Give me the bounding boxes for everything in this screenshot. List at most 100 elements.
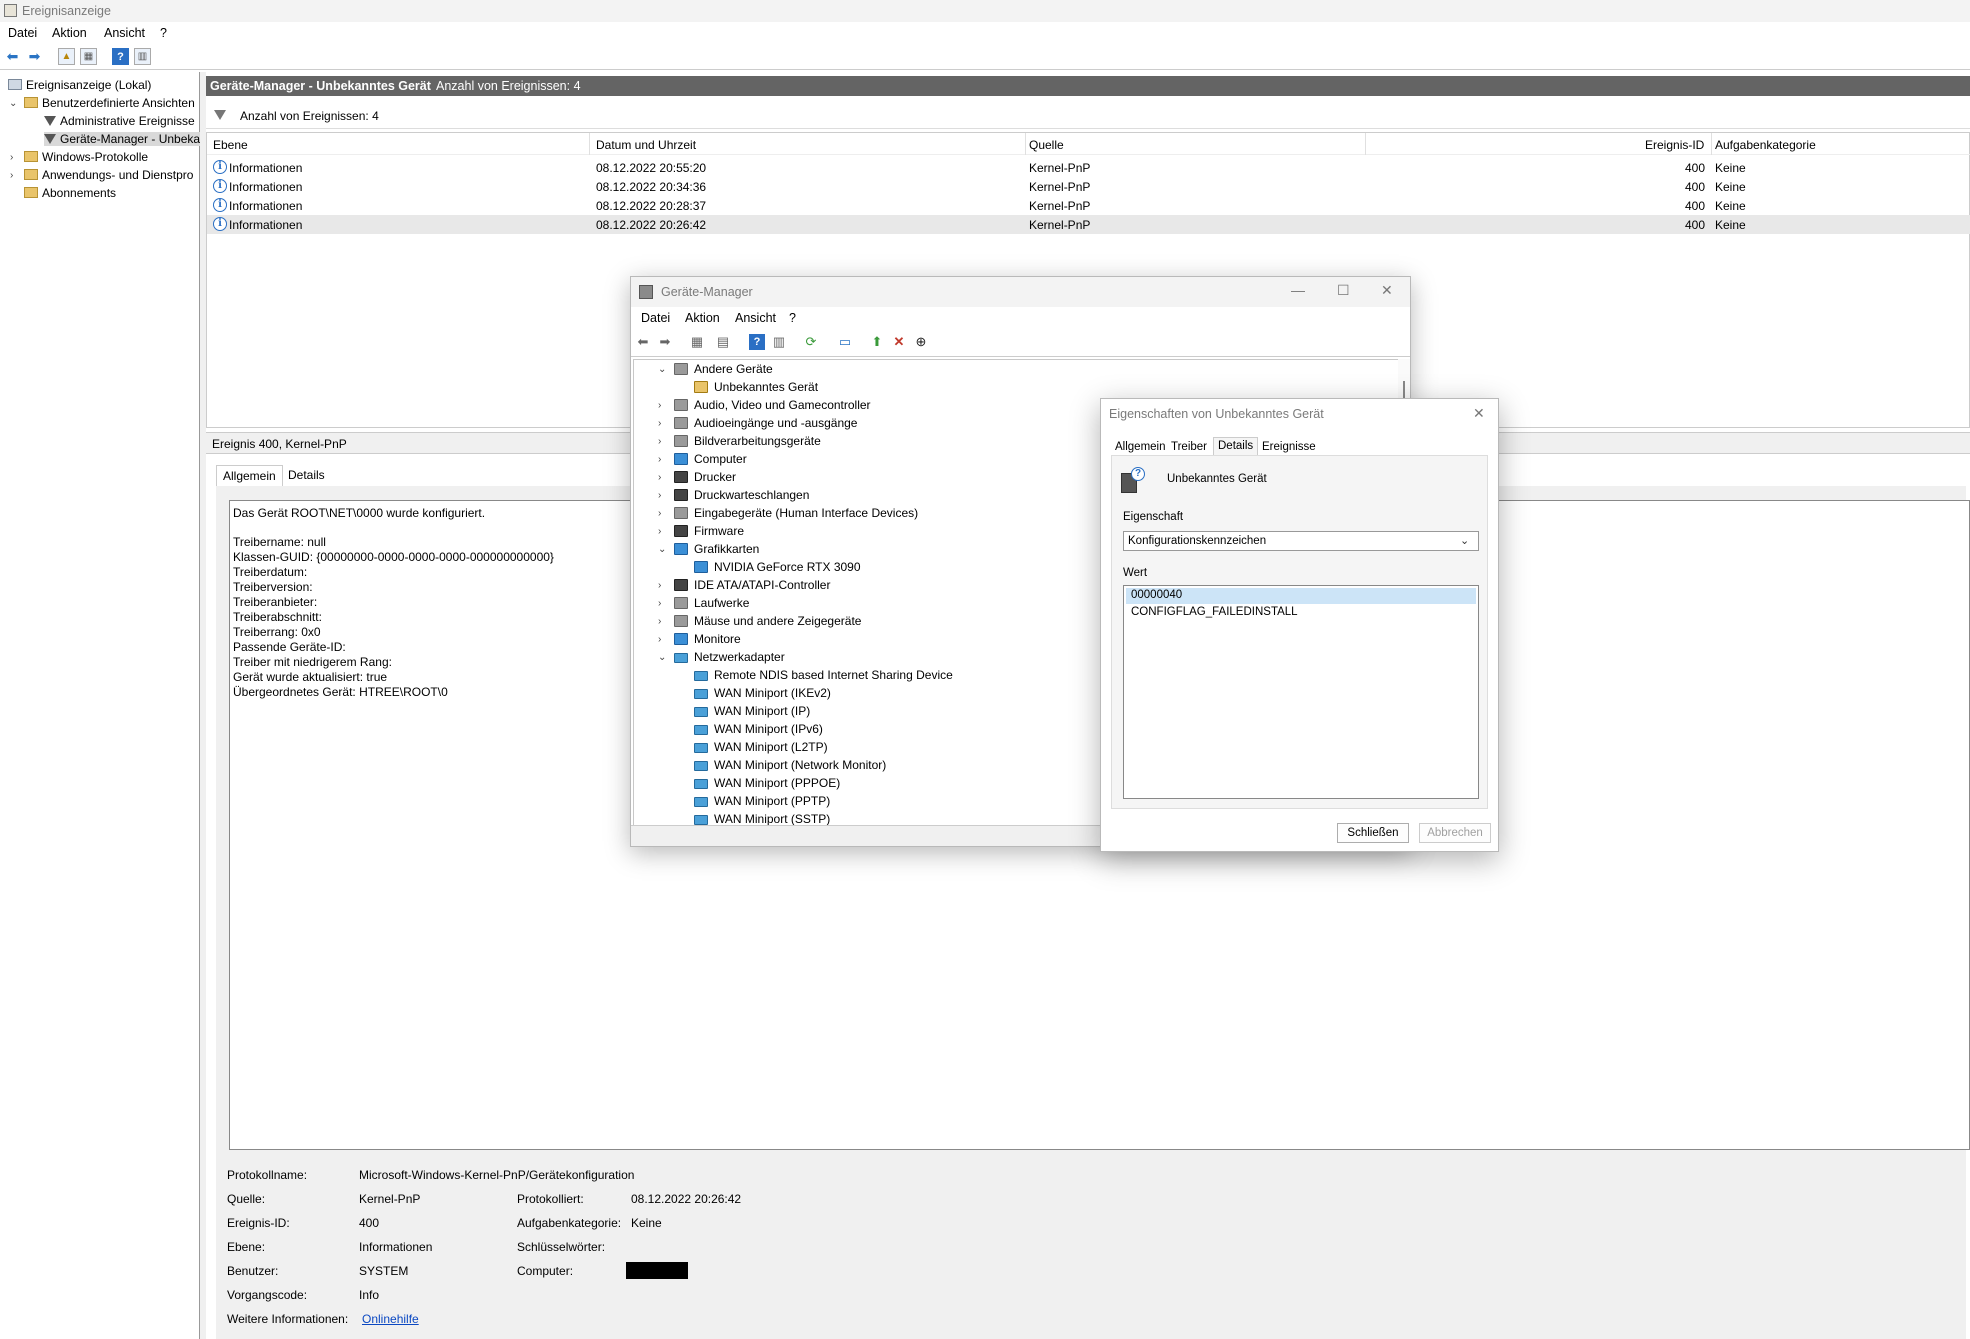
device-tree-node[interactable]: Audioeingänge und -ausgänge <box>674 416 857 430</box>
device-tree-node[interactable]: Firmware <box>674 524 744 538</box>
maximize-icon[interactable]: ☐ <box>1337 282 1350 299</box>
tab-details[interactable]: Details <box>1213 437 1259 457</box>
device-tree-node[interactable]: NVIDIA GeForce RTX 3090 <box>694 560 861 574</box>
table-row[interactable]: i Informationen 08.12.2022 20:28:37 Kern… <box>207 196 1970 215</box>
console-tree-icon[interactable]: ▦ <box>80 48 97 65</box>
dm-menu-ansicht[interactable]: Ansicht <box>735 311 776 325</box>
tree-root[interactable]: Ereignisanzeige (Lokal) <box>8 78 151 92</box>
back-arrow-icon[interactable]: ⬅ <box>4 48 21 65</box>
column-event-id[interactable]: Ereignis-ID <box>1645 138 1704 152</box>
menu-datei[interactable]: Datei <box>8 26 37 40</box>
list-item[interactable]: 00000040 <box>1126 588 1476 604</box>
device-tree-node[interactable]: Laufwerke <box>674 596 749 610</box>
close-icon[interactable]: ✕ <box>1381 282 1393 299</box>
help-icon[interactable]: ? <box>112 48 129 65</box>
chevron-right-icon[interactable]: › <box>10 152 13 163</box>
chevron-right-icon[interactable]: › <box>658 436 661 447</box>
device-tree-node[interactable]: WAN Miniport (SSTP) <box>694 812 830 826</box>
menu-ansicht[interactable]: Ansicht <box>104 26 145 40</box>
cancel-button[interactable]: Abbrechen <box>1419 823 1491 843</box>
tree-windows-logs[interactable]: Windows-Protokolle <box>24 150 200 164</box>
dm-menu-aktion[interactable]: Aktion <box>685 311 720 325</box>
property-select[interactable]: Konfigurationskennzeichen ⌄ <box>1123 531 1479 551</box>
chevron-right-icon[interactable]: › <box>658 454 661 465</box>
action-pane-icon[interactable]: ▥ <box>134 48 151 65</box>
help-icon[interactable]: ? <box>749 334 765 350</box>
chevron-right-icon[interactable]: › <box>658 490 661 501</box>
menu-aktion[interactable]: Aktion <box>52 26 87 40</box>
tree-device-manager-view[interactable]: Geräte-Manager - Unbeka <box>44 132 200 146</box>
device-tree-node[interactable]: WAN Miniport (PPTP) <box>694 794 830 808</box>
device-tree-node[interactable]: Bildverarbeitungsgeräte <box>674 434 821 448</box>
minimize-icon[interactable]: — <box>1291 282 1305 298</box>
chevron-right-icon[interactable]: › <box>658 598 661 609</box>
device-tree-node[interactable]: Drucker <box>674 470 736 484</box>
chevron-right-icon[interactable]: › <box>658 400 661 411</box>
device-tree-node[interactable]: WAN Miniport (IKEv2) <box>694 686 831 700</box>
uninstall-icon[interactable]: ✕ <box>891 334 907 350</box>
forward-arrow-icon[interactable]: ➡ <box>26 48 43 65</box>
tree-subscriptions[interactable]: Abonnements <box>24 186 200 200</box>
tab-ereignisse[interactable]: Ereignisse <box>1262 441 1316 453</box>
column-level[interactable]: Ebene <box>213 138 248 152</box>
chevron-down-icon[interactable]: ⌄ <box>658 364 666 375</box>
chevron-right-icon[interactable]: › <box>658 616 661 627</box>
device-tree-node[interactable]: Remote NDIS based Internet Sharing Devic… <box>694 668 953 682</box>
device-tree-node[interactable]: Audio, Video und Gamecontroller <box>674 398 871 412</box>
tab-treiber[interactable]: Treiber <box>1171 441 1207 453</box>
tab-allgemein[interactable]: Allgemein <box>1115 441 1166 453</box>
column-date[interactable]: Datum und Uhrzeit <box>596 138 696 152</box>
table-row[interactable]: i Informationen 08.12.2022 20:55:20 Kern… <box>207 158 1970 177</box>
column-source[interactable]: Quelle <box>1029 138 1064 152</box>
device-tree-node[interactable]: Computer <box>674 452 747 466</box>
chevron-right-icon[interactable]: › <box>10 170 13 181</box>
chevron-down-icon[interactable]: ⌄ <box>658 652 666 663</box>
list-item[interactable]: CONFIGFLAG_FAILEDINSTALL <box>1126 605 1476 621</box>
scan-hardware-icon[interactable]: ⟳ <box>803 334 819 350</box>
device-tree-node[interactable]: WAN Miniport (IPv6) <box>694 722 823 736</box>
chevron-right-icon[interactable]: › <box>658 634 661 645</box>
dm-menu-help[interactable]: ? <box>789 311 796 325</box>
chevron-down-icon[interactable]: ⌄ <box>9 98 17 109</box>
tree-admin-events[interactable]: Administrative Ereignisse <box>44 114 200 128</box>
chevron-right-icon[interactable]: › <box>658 526 661 537</box>
device-tree-node[interactable]: Eingabegeräte (Human Interface Devices) <box>674 506 918 520</box>
online-help-link[interactable]: Onlinehilfe <box>362 1312 419 1326</box>
action-pane-icon[interactable]: ▥ <box>771 334 787 350</box>
console-tree-icon[interactable]: ▦ <box>689 334 705 350</box>
device-tree-node[interactable]: Andere Geräte <box>674 362 773 376</box>
table-row-selected[interactable]: i Informationen 08.12.2022 20:26:42 Kern… <box>207 215 1970 234</box>
tab-details[interactable]: Details <box>288 468 325 482</box>
chevron-right-icon[interactable]: › <box>658 580 661 591</box>
disable-device-icon[interactable]: ⊕ <box>913 334 929 350</box>
chevron-right-icon[interactable]: › <box>658 508 661 519</box>
properties-icon[interactable]: ▤ <box>715 334 731 350</box>
back-arrow-icon[interactable]: ⬅ <box>635 334 651 350</box>
device-tree-node[interactable]: WAN Miniport (L2TP) <box>694 740 828 754</box>
device-tree-node[interactable]: Grafikkarten <box>674 542 759 556</box>
device-tree-node[interactable]: Druckwarteschlangen <box>674 488 809 502</box>
tree-custom-views[interactable]: Benutzerdefinierte Ansichten <box>24 96 200 110</box>
tree-app-service-logs[interactable]: Anwendungs- und Dienstpro <box>24 168 200 182</box>
device-tree-node[interactable]: Monitore <box>674 632 741 646</box>
table-row[interactable]: i Informationen 08.12.2022 20:34:36 Kern… <box>207 177 1970 196</box>
forward-arrow-icon[interactable]: ➡ <box>657 334 673 350</box>
device-tree-node[interactable]: Mäuse und andere Zeigegeräte <box>674 614 861 628</box>
close-button[interactable]: Schließen <box>1337 823 1409 843</box>
menu-help[interactable]: ? <box>160 26 167 40</box>
chevron-right-icon[interactable]: › <box>658 472 661 483</box>
dm-menu-datei[interactable]: Datei <box>641 311 670 325</box>
device-tree-node[interactable]: WAN Miniport (PPPOE) <box>694 776 840 790</box>
column-task-category[interactable]: Aufgabenkategorie <box>1715 138 1816 152</box>
update-driver-icon[interactable]: ⬆ <box>869 334 885 350</box>
chevron-right-icon[interactable]: › <box>658 418 661 429</box>
device-tree-node[interactable]: WAN Miniport (Network Monitor) <box>694 758 886 772</box>
device-tree-node[interactable]: WAN Miniport (IP) <box>694 704 810 718</box>
folder-up-icon[interactable]: ▲ <box>58 48 75 65</box>
device-tree-node[interactable]: IDE ATA/ATAPI-Controller <box>674 578 830 592</box>
close-icon[interactable]: ✕ <box>1473 405 1485 422</box>
device-tree-node[interactable]: Netzwerkadapter <box>674 650 785 664</box>
value-listbox[interactable]: 00000040 CONFIGFLAG_FAILEDINSTALL <box>1123 585 1479 799</box>
device-tree-node[interactable]: Unbekanntes Gerät <box>694 380 818 394</box>
monitor-icon[interactable]: ▭ <box>837 334 853 350</box>
